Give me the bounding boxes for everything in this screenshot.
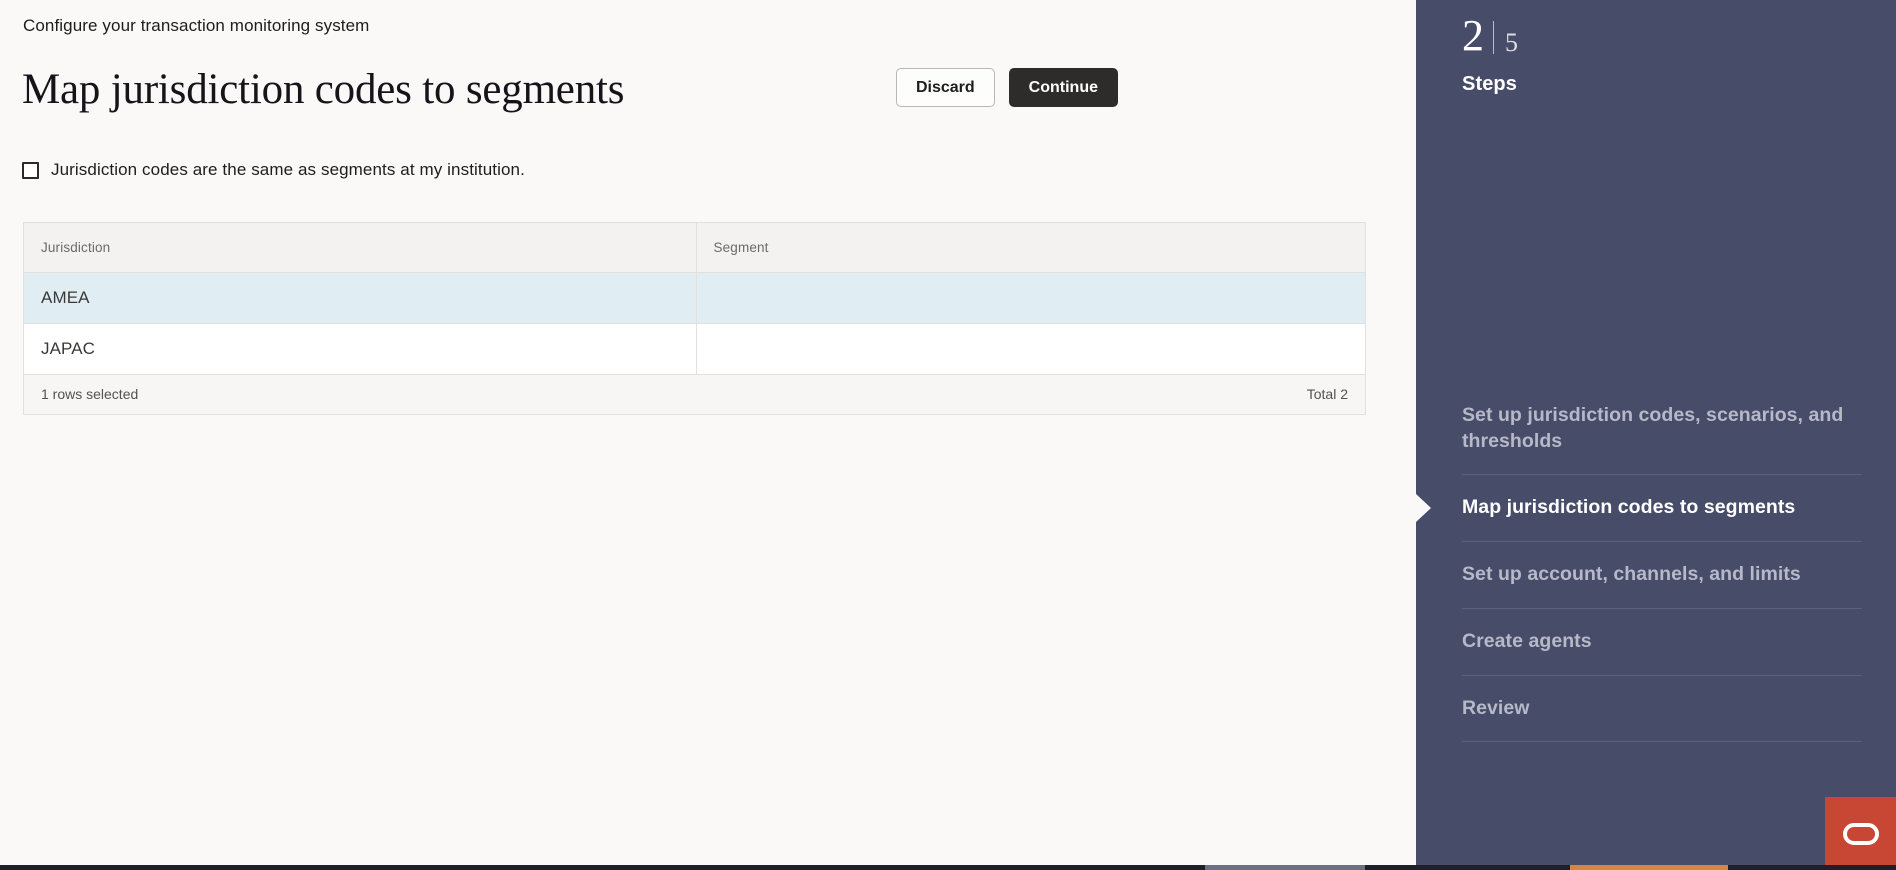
step-label: Set up jurisdiction codes, scenarios, an…: [1462, 404, 1844, 452]
oracle-logo-icon: [1842, 822, 1879, 845]
page-eyebrow: Configure your transaction monitoring sy…: [23, 16, 370, 35]
table-header-row: Jurisdiction Segment: [24, 223, 1365, 273]
page-title: Map jurisdiction codes to segments: [22, 66, 625, 113]
strip-segment: [1728, 865, 1896, 870]
cell-segment[interactable]: [696, 272, 1365, 324]
oracle-logo-badge[interactable]: [1825, 797, 1896, 870]
strip-segment: [1205, 865, 1365, 870]
bottom-status-strip: [0, 865, 1896, 870]
total-count: Total 2: [1306, 386, 1348, 402]
rows-selected-status: 1 rows selected: [41, 386, 139, 402]
step-label: Review: [1462, 696, 1530, 719]
table-row[interactable]: AMEA: [24, 272, 1365, 324]
column-header-segment[interactable]: Segment: [696, 223, 1365, 273]
strip-segment: [1365, 865, 1570, 870]
sidebar-step-map-jurisdiction-codes[interactable]: Map jurisdiction codes to segments: [1416, 474, 1862, 541]
steps-list: Set up jurisdiction codes, scenarios, an…: [1416, 383, 1862, 743]
same-as-segments-label[interactable]: Jurisdiction codes are the same as segme…: [51, 160, 525, 180]
same-as-segments-row: Jurisdiction codes are the same as segme…: [22, 160, 525, 180]
table-head: Jurisdiction Segment: [24, 223, 1365, 273]
main-content: Configure your transaction monitoring sy…: [0, 0, 1416, 870]
step-counter: 2 5: [1462, 14, 1518, 58]
sidebar-step-set-up-account-channels[interactable]: Set up account, channels, and limits: [1462, 541, 1862, 608]
counter-divider: [1493, 21, 1494, 54]
table: Jurisdiction Segment AMEA JAPAC: [24, 223, 1365, 374]
current-step-number: 2: [1462, 11, 1484, 60]
cell-segment[interactable]: [696, 323, 1365, 374]
column-header-jurisdiction[interactable]: Jurisdiction: [24, 223, 697, 273]
total-step-number: 5: [1505, 28, 1518, 57]
table-row[interactable]: JAPAC: [24, 323, 1365, 374]
continue-button[interactable]: Continue: [1008, 68, 1118, 107]
table-body: AMEA JAPAC: [24, 272, 1365, 374]
strip-segment: [1570, 865, 1728, 870]
app-screen: Configure your transaction monitoring sy…: [0, 0, 1896, 870]
action-bar: Discard Continue: [895, 68, 1118, 107]
sidebar-step-review[interactable]: Review: [1462, 674, 1862, 743]
cell-jurisdiction[interactable]: AMEA: [24, 272, 697, 324]
steps-label: Steps: [1462, 73, 1517, 95]
active-step-pointer-icon: [1416, 494, 1431, 523]
cell-jurisdiction[interactable]: JAPAC: [24, 323, 697, 374]
same-as-segments-checkbox[interactable]: [22, 161, 39, 179]
sidebar-step-create-agents[interactable]: Create agents: [1462, 607, 1862, 675]
strip-segment: [0, 865, 1205, 870]
step-label: Create agents: [1462, 629, 1592, 652]
sidebar-step-set-up-jurisdiction-codes[interactable]: Set up jurisdiction codes, scenarios, an…: [1462, 383, 1862, 474]
steps-sidebar: 2 5 Steps Set up jurisdiction codes, sce…: [1416, 0, 1896, 870]
jurisdiction-segment-table: Jurisdiction Segment AMEA JAPAC 1 rows s…: [23, 222, 1366, 415]
discard-button[interactable]: Discard: [895, 68, 995, 107]
table-footer: 1 rows selected Total 2: [24, 374, 1365, 414]
step-label: Map jurisdiction codes to segments: [1462, 496, 1796, 519]
step-label: Set up account, channels, and limits: [1462, 563, 1801, 586]
